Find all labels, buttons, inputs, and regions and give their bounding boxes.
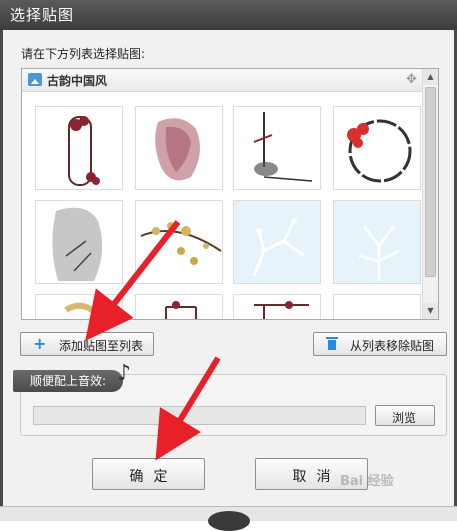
title-bar: 选择贴图 — [0, 0, 457, 30]
thumb-gray-wash[interactable] — [35, 200, 123, 284]
trash-icon — [326, 337, 338, 351]
thumb-plum-blossom[interactable] — [135, 200, 223, 284]
thumb-partial-3[interactable] — [233, 294, 321, 319]
dialog-body: 请在下方列表选择贴图: 古韵中国风 ✥ ▲ ▼ — [0, 30, 457, 510]
prompt-text: 请在下方列表选择贴图: — [21, 47, 146, 61]
thumb-white-coral[interactable] — [333, 200, 421, 284]
ok-label: 确定 — [129, 469, 178, 485]
list-scrollbar[interactable]: ▲ ▼ — [422, 69, 438, 319]
thumb-ink-branch-corner[interactable] — [233, 106, 321, 190]
sticker-list[interactable]: 古韵中国风 ✥ ▲ ▼ — [21, 68, 439, 320]
browse-label: 浏览 — [392, 411, 417, 425]
add-sticker-button[interactable]: + 添加贴图至列表 — [20, 332, 154, 356]
bottom-decoration — [208, 511, 250, 531]
remove-sticker-button[interactable]: 从列表移除贴图 — [313, 332, 447, 356]
thumb-partial-1[interactable] — [35, 294, 123, 319]
thumb-partial-4[interactable] — [333, 294, 421, 319]
thumb-round-frame-cloud[interactable] — [333, 106, 421, 190]
plus-icon: + — [33, 334, 47, 353]
ok-button[interactable]: 确定 — [92, 458, 205, 490]
window-title: 选择贴图 — [10, 6, 75, 24]
bottom-strip — [0, 506, 457, 531]
audio-path-field[interactable] — [33, 406, 366, 425]
thumb-frame-cloud[interactable] — [35, 106, 123, 190]
move-icon[interactable]: ✥ — [406, 72, 417, 87]
music-note-icon: ♪ — [117, 361, 132, 386]
remove-sticker-label: 从列表移除贴图 — [350, 339, 435, 353]
browse-button[interactable]: 浏览 — [375, 405, 435, 426]
thumb-white-plum[interactable] — [233, 200, 321, 284]
music-label: 顺便配上音效: — [13, 370, 123, 392]
category-header[interactable]: 古韵中国风 ✥ — [22, 69, 422, 92]
scroll-down-icon[interactable]: ▼ — [423, 303, 438, 319]
thumb-partial-2[interactable] — [135, 294, 223, 319]
add-sticker-label: 添加贴图至列表 — [59, 339, 144, 353]
thumb-ink-blot[interactable] — [135, 106, 223, 190]
scroll-up-icon[interactable]: ▲ — [423, 69, 438, 85]
watermark: Bai 经验 — [340, 474, 394, 489]
image-icon — [28, 73, 42, 86]
scroll-thumb[interactable] — [425, 87, 436, 277]
category-label: 古韵中国风 — [47, 74, 108, 88]
thumbnail-grid — [22, 93, 422, 319]
